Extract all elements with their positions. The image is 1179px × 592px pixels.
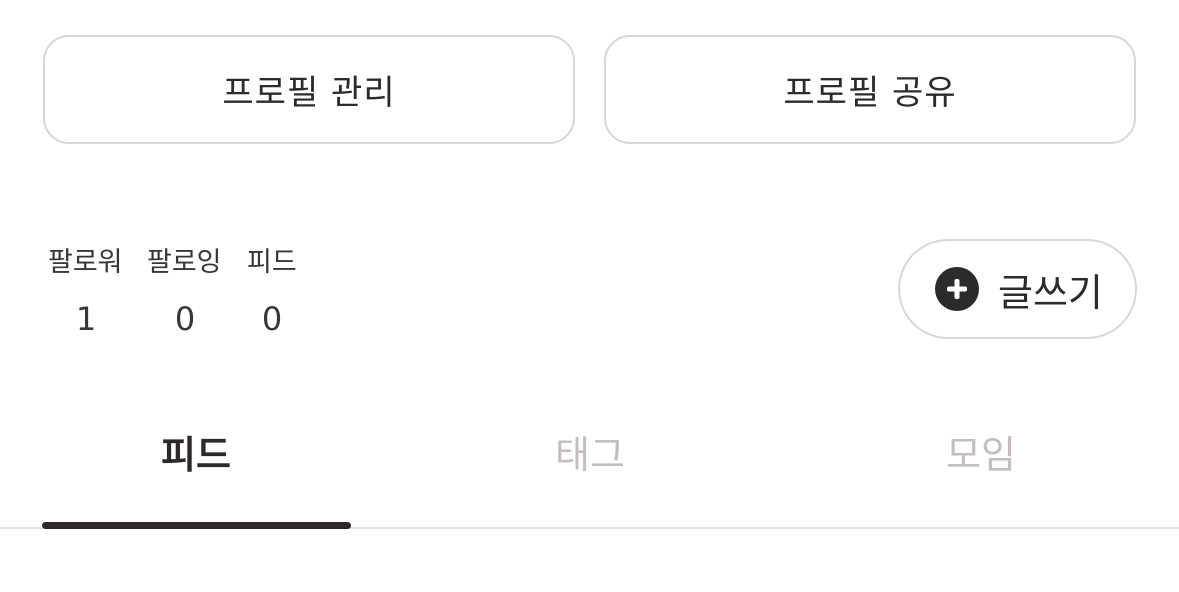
active-tab-indicator <box>42 522 351 529</box>
share-profile-button[interactable]: 프로필 공유 <box>604 35 1136 144</box>
write-post-button[interactable]: 글쓰기 <box>898 239 1137 339</box>
plus-circle-icon <box>935 267 979 311</box>
manage-profile-button[interactable]: 프로필 관리 <box>43 35 575 144</box>
profile-page: 프로필 관리 프로필 공유 팔로워 팔로잉 피드 1 0 0 글쓰기 피드 태그… <box>0 0 1179 592</box>
write-post-label: 글쓰기 <box>998 270 1103 315</box>
followers-label[interactable]: 팔로워 <box>48 240 123 279</box>
feed-count-label: 피드 <box>247 247 297 278</box>
tab-feed[interactable]: 피드 <box>46 424 346 479</box>
following-count[interactable]: 0 <box>164 300 206 338</box>
following-label[interactable]: 팔로잉 <box>147 240 222 279</box>
feed-count: 0 <box>261 300 283 338</box>
followers-count[interactable]: 1 <box>65 300 107 338</box>
tab-tag[interactable]: 태그 <box>440 424 740 479</box>
tab-meetup[interactable]: 모임 <box>831 424 1131 479</box>
